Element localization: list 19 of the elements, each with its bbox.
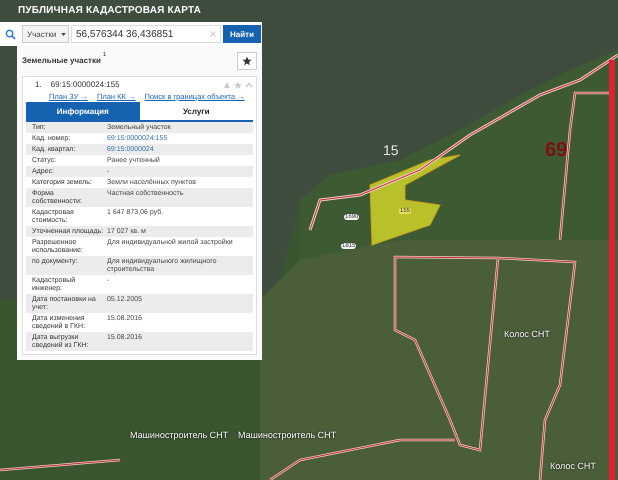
map-label: 69: [545, 140, 568, 160]
result-count: 1: [102, 52, 106, 58]
map-label: 15: [383, 143, 399, 157]
find-button[interactable]: Найти: [223, 25, 261, 43]
caret-icon: [60, 32, 66, 36]
place-label: Машиностроитель СНТ: [130, 431, 228, 440]
tab[interactable]: Информация: [26, 102, 140, 120]
place-label: Колос СНТ: [504, 330, 550, 339]
app-title: ПУБЛИЧНАЯ КАДАСТРОВАЯ КАРТА: [18, 4, 202, 16]
coordinates-field[interactable]: 56,576344 36,436851: [71, 25, 221, 43]
panel-title: Земельные участки: [22, 56, 101, 65]
place-label: Машиностроитель СНТ: [238, 431, 336, 440]
favorites-button[interactable]: [237, 52, 257, 70]
place-label: Колос СНТ: [550, 462, 596, 471]
cadastral-number: 69:15:0000024:155: [50, 80, 120, 89]
search-icon[interactable]: [5, 28, 16, 40]
star-icon: [242, 56, 252, 66]
search-type-dropdown[interactable]: Участки: [22, 25, 69, 43]
result-index: 1.: [35, 80, 42, 89]
